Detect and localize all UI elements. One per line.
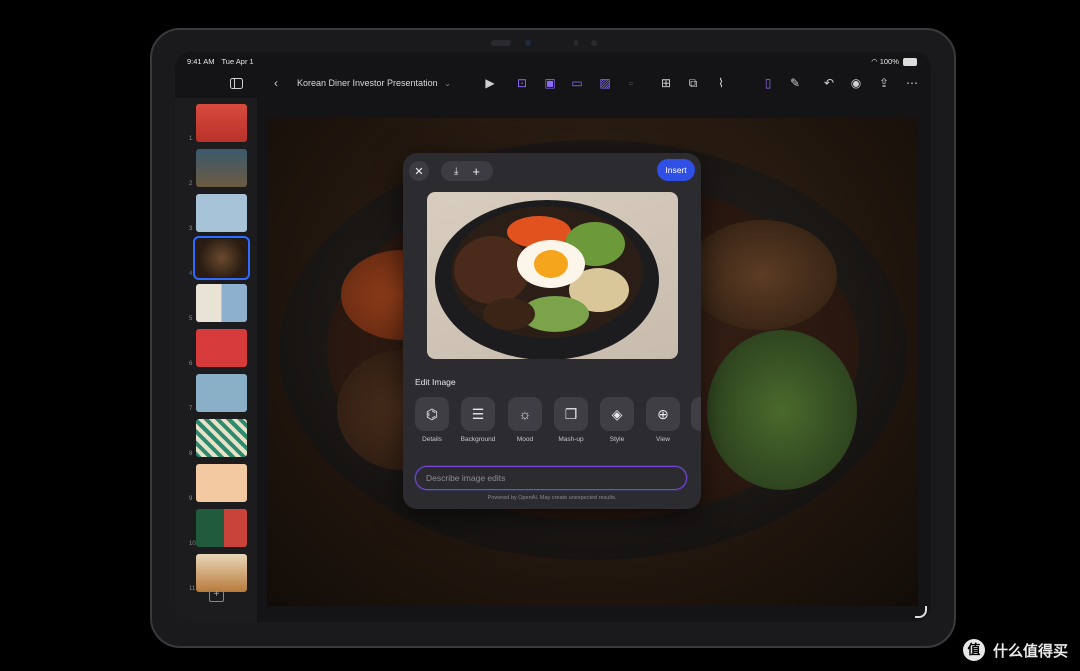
generated-image-preview: [427, 192, 678, 359]
image-actions-group: ⤓ +: [441, 161, 493, 181]
play-icon[interactable]: ▶: [481, 74, 499, 92]
edit-image-dialog: ✕ ⤓ + Insert Edit Image ⌬ Details ☰ Back…: [403, 153, 701, 509]
mood-icon: ☼: [508, 397, 542, 431]
slide-thumbnail-8[interactable]: [196, 419, 247, 457]
close-icon[interactable]: ✕: [409, 161, 429, 181]
slide-number: 1: [189, 136, 193, 142]
chevron-down-icon: ⌄: [444, 79, 451, 88]
powered-by-note: Powered by OpenAI. May create unexpected…: [487, 495, 617, 501]
slide-number: 8: [189, 451, 193, 457]
background-icon: ☰: [461, 397, 495, 431]
option-view[interactable]: ⊕ View: [645, 397, 681, 443]
edit-image-title: Edit Image: [415, 377, 456, 387]
slide-thumbnail-11[interactable]: [196, 554, 247, 592]
back-icon[interactable]: ‹: [267, 74, 285, 92]
option-more-partial[interactable]: [691, 397, 701, 431]
watermark-text: 什么值得买: [992, 642, 1068, 660]
battery-level: 100%: [879, 57, 899, 66]
view-icon: ⊕: [646, 397, 680, 431]
slide-number: 5: [189, 316, 193, 322]
option-mashup[interactable]: ❐ Mash-up: [553, 397, 589, 443]
option-details[interactable]: ⌬ Details: [414, 397, 450, 443]
slide-number: 4: [189, 271, 193, 277]
document-title-menu[interactable]: Korean Diner Investor Presentation ⌄: [297, 78, 451, 88]
slide-number: 7: [189, 406, 193, 412]
option-style[interactable]: ◈ Style: [599, 397, 635, 443]
slide-number: 9: [189, 496, 193, 502]
option-background[interactable]: ☰ Background: [460, 397, 496, 443]
media-icon[interactable]: ▭: [568, 74, 586, 92]
more-insert-icon[interactable]: ▫: [622, 74, 640, 92]
slide-thumbnail-6[interactable]: [196, 329, 247, 367]
option-label: View: [656, 436, 670, 443]
wifi-icon: ◠: [871, 57, 878, 66]
photo-icon[interactable]: ▨: [596, 74, 614, 92]
slide-thumbnail-4[interactable]: [193, 236, 250, 280]
describe-edits-input[interactable]: [415, 466, 687, 490]
slide-thumbnail-7[interactable]: [196, 374, 247, 412]
details-icon: ⌬: [415, 397, 449, 431]
slide-thumbnail-9[interactable]: [196, 464, 247, 502]
camera-bar: [491, 39, 597, 47]
option-mood[interactable]: ☼ Mood: [507, 397, 543, 443]
slide-thumbnail-10[interactable]: [196, 509, 247, 547]
option-label: Details: [422, 436, 442, 443]
slide-number: 10: [189, 541, 196, 547]
option-label: Background: [460, 436, 496, 443]
slide-thumbnail-2[interactable]: [196, 149, 247, 187]
toolbar: ‹ Korean Diner Investor Presentation ⌄ ▶…: [175, 70, 931, 96]
mashup-icon: ❐: [554, 397, 588, 431]
slide-number: 11: [189, 586, 196, 592]
document-title: Korean Diner Investor Presentation: [297, 78, 438, 88]
slide-thumbnail-5[interactable]: [196, 284, 247, 322]
status-time: 9:41 AM: [187, 57, 215, 66]
slide-thumbnail-1[interactable]: [196, 104, 247, 142]
ipad-screen: 9:41 AM Tue Apr 1 ◠ 100% ‹ Korean Diner …: [175, 52, 931, 622]
sidebar-icon[interactable]: [227, 74, 245, 92]
collaborate-icon[interactable]: ◉: [847, 74, 865, 92]
more-options-icon: [691, 397, 701, 431]
slide-navigator: 1 2 3 4 5 6 7 8 9 10 11 +: [175, 98, 257, 622]
attach-icon[interactable]: ⌇: [712, 74, 730, 92]
add-slide-icon[interactable]: +: [209, 589, 224, 602]
smzdm-logo-icon: 值: [962, 639, 985, 661]
style-icon: ◈: [600, 397, 634, 431]
option-label: Mash-up: [558, 436, 584, 443]
plus-icon[interactable]: +: [472, 164, 480, 179]
download-icon[interactable]: ⤓: [454, 166, 458, 177]
slide-number: 6: [189, 361, 193, 367]
image-gen-icon[interactable]: ▣: [541, 74, 559, 92]
share-icon[interactable]: ⇪: [875, 74, 893, 92]
more-icon[interactable]: ⋯: [903, 74, 921, 92]
status-date: Tue Apr 1: [221, 57, 254, 66]
option-label: Mood: [516, 436, 534, 443]
pen-icon[interactable]: ✎: [786, 74, 804, 92]
table-icon[interactable]: ⊞: [657, 74, 675, 92]
watermark: 值 什么值得买: [962, 639, 1068, 661]
status-bar: 9:41 AM Tue Apr 1 ◠ 100%: [187, 57, 917, 69]
slide-thumbnail-3[interactable]: [196, 194, 247, 232]
undo-icon[interactable]: ↶: [820, 74, 838, 92]
slide-number: 2: [189, 181, 193, 187]
insert-button[interactable]: Insert: [657, 159, 695, 181]
slide-number: 3: [189, 226, 193, 232]
doc-icon[interactable]: ▯: [759, 74, 777, 92]
option-label: Style: [609, 436, 625, 443]
resize-handle-icon[interactable]: [915, 606, 927, 618]
text-box-icon[interactable]: ⊡: [513, 74, 531, 92]
shapes-icon[interactable]: ⧉: [684, 74, 702, 92]
battery-icon: [903, 58, 917, 67]
